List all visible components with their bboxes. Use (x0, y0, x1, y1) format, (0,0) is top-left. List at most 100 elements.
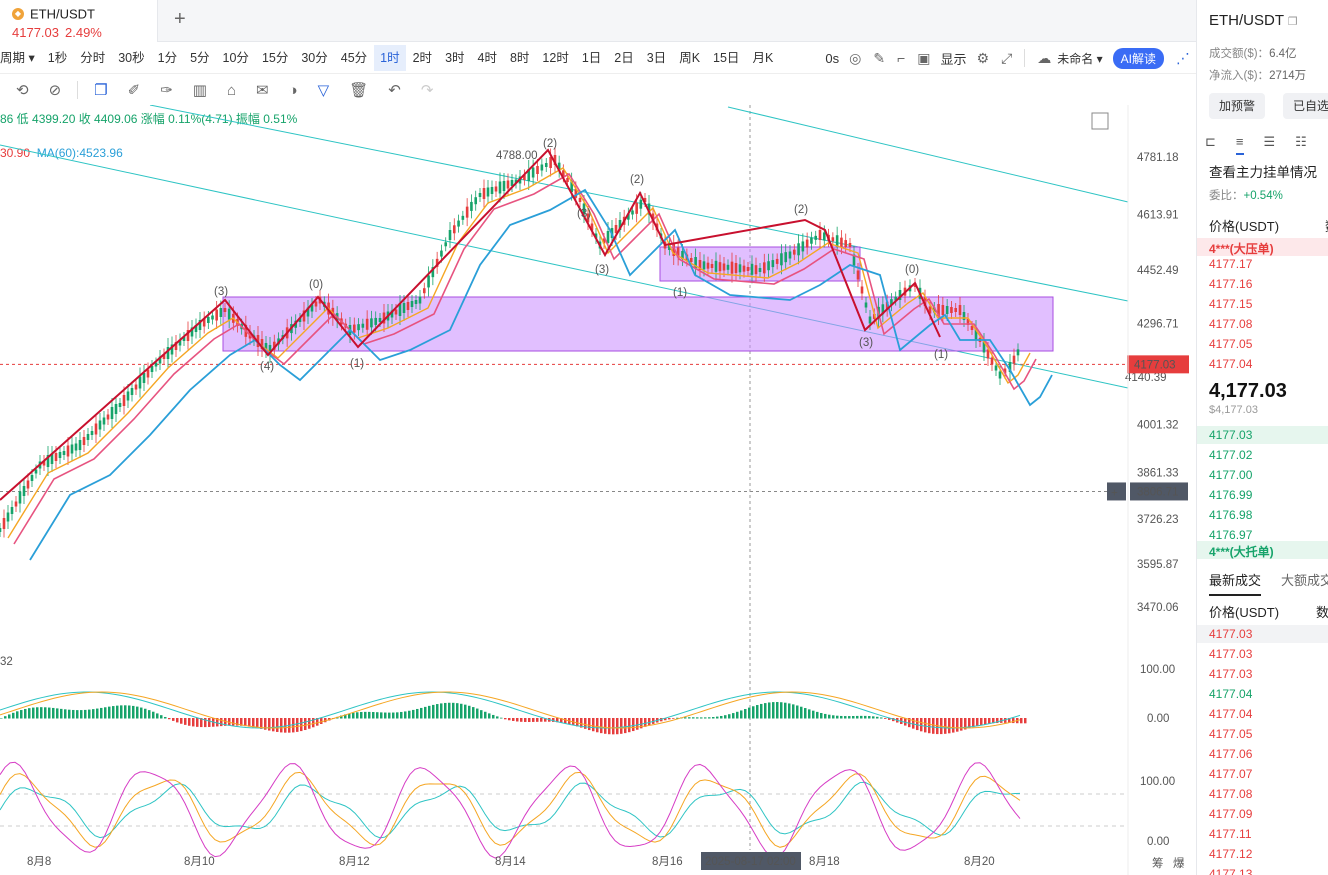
trade-price: 4177.07 (1209, 767, 1253, 781)
undo-icon[interactable]: ↶ (388, 81, 401, 99)
note-icon[interactable]: ✉ (256, 81, 269, 99)
candle-body (58, 452, 62, 458)
trade-price: 4177.03 (1209, 627, 1253, 641)
symbol-tab[interactable]: ◆ ETH/USDT 4177.03 2.49% (0, 0, 158, 42)
cursor-price: 3806.71 (1137, 486, 1179, 498)
layout-icon[interactable]: ⌐ (897, 50, 905, 66)
sync-icon[interactable]: ⟲ (16, 81, 29, 99)
copy-icon[interactable]: ❐ (1288, 16, 1298, 28)
candle-body (418, 296, 422, 304)
macd-bar (540, 718, 543, 722)
bars-icon[interactable]: ▥ (193, 81, 207, 99)
favorited-button[interactable]: 已自选 (1283, 93, 1328, 119)
consolidation-box-lower (222, 296, 1054, 352)
timeframe-11[interactable]: 2时 (407, 45, 438, 71)
timeframe-14[interactable]: 8时 (504, 45, 535, 71)
share-icon[interactable]: ⋰ (1176, 50, 1190, 67)
orderbook-link[interactable]: 查看主力挂单情况 (1209, 161, 1317, 181)
macd-bar (192, 718, 195, 727)
timeframe-9[interactable]: 45分 (335, 45, 373, 71)
macd-bar (120, 705, 123, 719)
inflow-value: 2714万 (1269, 70, 1307, 82)
list-view-icon[interactable]: ☰ (1264, 134, 1276, 155)
cloud-icon: ☁ (1037, 49, 1052, 66)
timeframe-19[interactable]: 周K (673, 45, 706, 71)
timeframe-8[interactable]: 30分 (295, 45, 333, 71)
ai-analysis-button[interactable]: AI解读 (1112, 47, 1164, 69)
timeframe-5[interactable]: 5分 (184, 45, 215, 71)
macd-bar (736, 711, 739, 719)
macd-bar (912, 718, 915, 729)
market-sidebar: ETH/USDT ❐ 成交额($)：6.4亿 净流入($)：2714万 加预警 … (1196, 0, 1328, 875)
brush-icon[interactable]: ✑ (160, 81, 173, 99)
macd-bar (452, 702, 455, 719)
timeframe-0[interactable]: 周期 ▾ (0, 45, 41, 71)
chip-label: 筹 (1152, 856, 1164, 870)
macd-bar (632, 718, 635, 732)
timeframe-21[interactable]: 月K (746, 45, 779, 71)
macd-bar (704, 717, 707, 719)
inflow-label: 净流入($)： (1209, 70, 1270, 82)
candle-body (502, 181, 506, 191)
split-view-icon[interactable]: ☷ (1295, 134, 1307, 155)
timeframe-2[interactable]: 分时 (74, 45, 111, 71)
macd-bar (760, 703, 763, 719)
macd-bar (564, 718, 567, 724)
timeframe-16[interactable]: 1日 (576, 45, 607, 71)
candle-body (94, 423, 98, 435)
filter-icon[interactable]: ▽ (318, 81, 330, 99)
macd-bar (588, 718, 591, 731)
copy-icon[interactable]: ❐ (94, 81, 107, 99)
timeframe-10[interactable]: 1时 (374, 44, 406, 71)
timeframe-7[interactable]: 15分 (256, 45, 294, 71)
candle-body (958, 305, 962, 315)
kline-chart[interactable]: 4781.18 4613.91 4452.49 4296.71 4001.32 3861.… (0, 105, 1196, 875)
candle-body (784, 252, 788, 263)
macd-bar (448, 702, 451, 719)
timeframe-15[interactable]: 12时 (536, 45, 574, 71)
timeframe-4[interactable]: 1分 (152, 45, 183, 71)
macd-bar (112, 706, 115, 719)
wave-label: (3) (577, 208, 591, 220)
candle-body (110, 407, 114, 419)
lock-icon[interactable]: ⌂ (227, 82, 236, 99)
settings-icon[interactable]: ▣ (917, 50, 930, 67)
ruler-icon[interactable]: ✐ (128, 81, 141, 99)
pen-icon[interactable]: ✎ (873, 50, 885, 67)
orderbook-view-icon[interactable]: ≡ (1235, 134, 1244, 155)
candle-body (844, 240, 848, 248)
macd-bar (84, 709, 87, 719)
timeframe-18[interactable]: 3日 (641, 45, 672, 71)
timeframe-20[interactable]: 15日 (707, 45, 745, 71)
tab-large-trades[interactable]: 大额成交 (1281, 570, 1328, 589)
macd-bar (804, 708, 807, 719)
macd-bar (160, 715, 163, 719)
timeframe-17[interactable]: 2日 (608, 45, 639, 71)
add-alert-button[interactable]: 加预警 (1209, 93, 1266, 119)
trades-price-header: 价格(USDT) (1209, 605, 1280, 620)
template-dropdown[interactable]: 未命名 ▾ (1057, 50, 1102, 67)
candle-body (639, 199, 643, 209)
timeframe-6[interactable]: 10分 (217, 45, 255, 71)
timeframe-3[interactable]: 30秒 (112, 45, 150, 71)
chart-view-icon[interactable]: ⊏ (1205, 134, 1216, 155)
timeframe-1[interactable]: 1秒 (42, 45, 73, 71)
last-price: 4,177.03 (1209, 380, 1287, 402)
hide-drawings-icon[interactable]: ⊘ (49, 81, 62, 99)
macd-bar (796, 705, 799, 719)
fullscreen-icon[interactable]: ⤢ (1001, 50, 1012, 67)
trash-icon[interactable]: 🗑 (349, 81, 368, 99)
add-tab-icon[interactable]: + (174, 8, 186, 31)
magnet-icon[interactable]: ◑ (289, 82, 298, 99)
display-button[interactable]: 显示 (941, 49, 967, 68)
seconds-label[interactable]: 0s (825, 51, 839, 66)
gear-icon[interactable]: ⚙ (977, 50, 990, 67)
candle-body (498, 181, 502, 194)
tab-latest-trades[interactable]: 最新成交 (1209, 573, 1262, 596)
timeframe-13[interactable]: 4时 (472, 45, 503, 71)
candle-body (114, 404, 118, 414)
camera-icon[interactable]: ◎ (849, 50, 861, 67)
timeframe-12[interactable]: 3时 (439, 45, 470, 71)
redo-icon[interactable]: ↷ (421, 81, 434, 99)
candle-body (211, 315, 214, 320)
